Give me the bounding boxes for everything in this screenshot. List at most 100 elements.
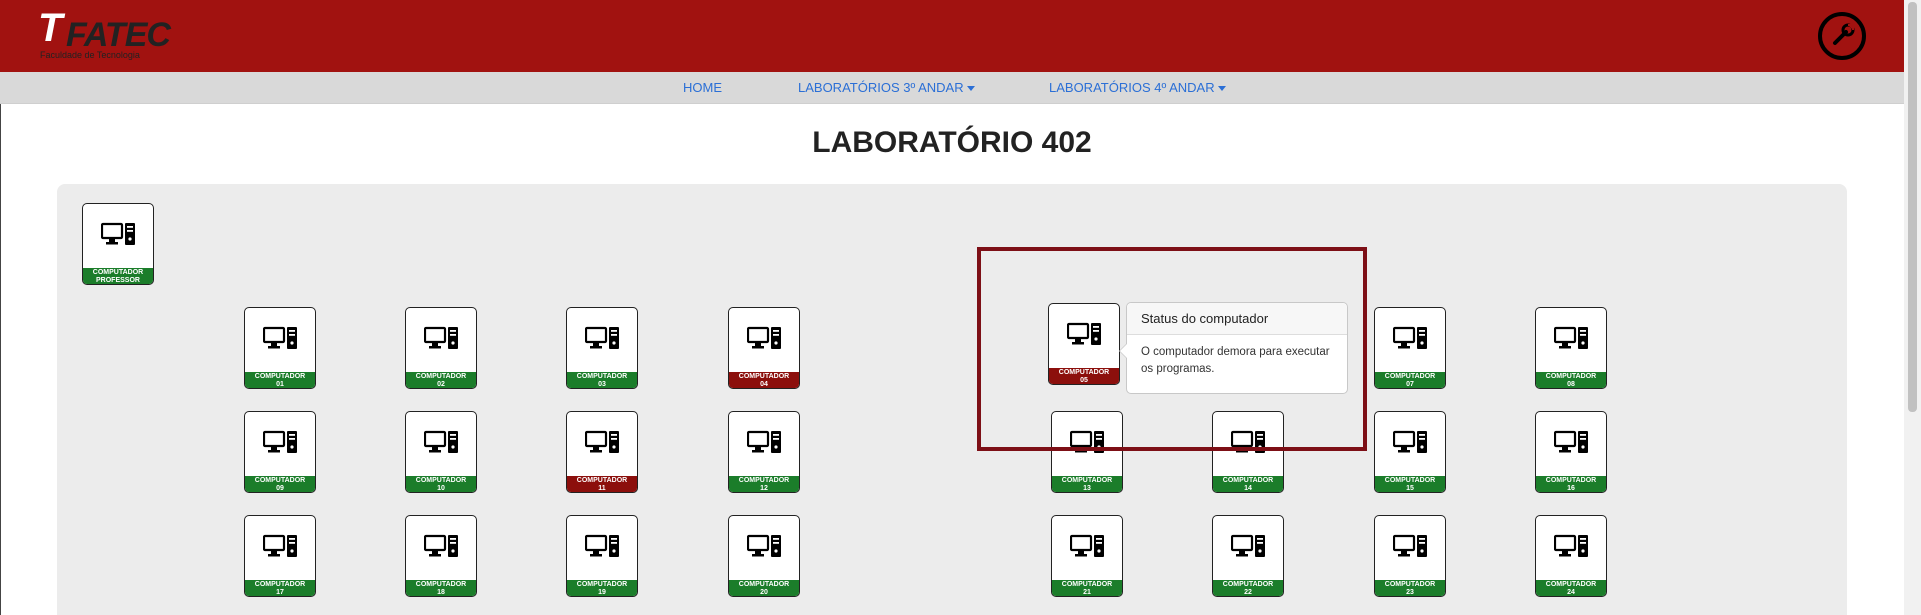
- nav-lab3-dropdown[interactable]: LABORATÓRIOS 3º ANDAR: [798, 80, 975, 95]
- label-line-2: 07: [1406, 380, 1414, 388]
- computer-07[interactable]: COMPUTADOR 07: [1374, 307, 1446, 389]
- computer-label: COMPUTADOR 23: [1375, 580, 1445, 596]
- computer-icon: [262, 430, 299, 456]
- computer-label: COMPUTADOR 02: [406, 372, 476, 388]
- label-line-2: 10: [437, 484, 445, 492]
- header-bar: T FATEC Faculdade de Tecnologia: [0, 0, 1904, 72]
- label-line-1: COMPUTADOR: [576, 581, 628, 588]
- computer-icon: [746, 534, 783, 560]
- computer-icon: [584, 534, 621, 560]
- label-line-2: 11: [598, 484, 606, 492]
- fatec-logo[interactable]: T FATEC Faculdade de Tecnologia: [38, 6, 178, 62]
- page-edge: [0, 104, 1, 615]
- vertical-scrollbar[interactable]: [1904, 0, 1921, 615]
- computer-icon: [1069, 534, 1106, 560]
- label-line-2: 18: [437, 588, 445, 596]
- label-line-2: 19: [598, 588, 606, 596]
- computer-icon: [1392, 326, 1429, 352]
- computer-04[interactable]: COMPUTADOR 04: [728, 307, 800, 389]
- computer-11[interactable]: COMPUTADOR 11: [566, 411, 638, 493]
- label-line-1: COMPUTADOR: [1384, 477, 1436, 484]
- label-line-2: 02: [437, 380, 445, 388]
- computer-03[interactable]: COMPUTADOR 03: [566, 307, 638, 389]
- computer-17[interactable]: COMPUTADOR 17: [244, 515, 316, 597]
- label-line-1: COMPUTADOR: [1384, 581, 1436, 588]
- computer-icon: [262, 534, 299, 560]
- computer-01[interactable]: COMPUTADOR 01: [244, 307, 316, 389]
- computer-02[interactable]: COMPUTADOR 02: [405, 307, 477, 389]
- computer-label: COMPUTADOR 14: [1213, 476, 1283, 492]
- label-line-1: COMPUTADOR: [576, 373, 628, 380]
- label-line-1: COMPUTADOR: [738, 477, 790, 484]
- label-line-1: COMPUTADOR: [254, 373, 306, 380]
- computer-label: COMPUTADOR 04: [729, 372, 799, 388]
- label-line-2: 22: [1244, 588, 1252, 596]
- computer-24[interactable]: COMPUTADOR 24: [1535, 515, 1607, 597]
- label-line-1: COMPUTADOR: [415, 373, 467, 380]
- computer-21[interactable]: COMPUTADOR 21: [1051, 515, 1123, 597]
- label-line-1: COMPUTADOR: [576, 477, 628, 484]
- computer-label: COMPUTADOR 09: [245, 476, 315, 492]
- computer-label: COMPUTADOR 17: [245, 580, 315, 596]
- computer-icon: [423, 430, 460, 456]
- label-line-2: 20: [760, 588, 768, 596]
- nav-lab4-dropdown[interactable]: LABORATÓRIOS 4º ANDAR: [1049, 80, 1226, 95]
- nav-lab4-label: LABORATÓRIOS 4º ANDAR: [1049, 80, 1215, 95]
- label-line-2: 08: [1567, 380, 1575, 388]
- main-nav: HOME LABORATÓRIOS 3º ANDAR LABORATÓRIOS …: [0, 72, 1904, 104]
- label-line-2: 09: [276, 484, 284, 492]
- computer-10[interactable]: COMPUTADOR 10: [405, 411, 477, 493]
- computer-23[interactable]: COMPUTADOR 23: [1374, 515, 1446, 597]
- computer-20[interactable]: COMPUTADOR 20: [728, 515, 800, 597]
- computer-08[interactable]: COMPUTADOR 08: [1535, 307, 1607, 389]
- computer-18[interactable]: COMPUTADOR 18: [405, 515, 477, 597]
- computer-label: COMPUTADOR 10: [406, 476, 476, 492]
- label-line-2: 17: [276, 588, 284, 596]
- page-title: LABORATÓRIO 402: [812, 126, 1092, 159]
- computer-12[interactable]: COMPUTADOR 12: [728, 411, 800, 493]
- caret-down-icon: [1217, 86, 1226, 92]
- computer-label: COMPUTADOR 22: [1213, 580, 1283, 596]
- label-line-1: COMPUTADOR: [1222, 477, 1274, 484]
- label-line-1: COMPUTADOR: [92, 269, 144, 276]
- computer-09[interactable]: COMPUTADOR 09: [244, 411, 316, 493]
- nav-lab3-label: LABORATÓRIOS 3º ANDAR: [798, 80, 964, 95]
- computer-label: COMPUTADOR 07: [1375, 372, 1445, 388]
- label-line-2: 15: [1406, 484, 1414, 492]
- caret-down-icon: [966, 86, 975, 92]
- computer-label: COMPUTADOR 18: [406, 580, 476, 596]
- nav-home[interactable]: HOME: [683, 80, 722, 95]
- label-line-1: COMPUTADOR: [1384, 373, 1436, 380]
- label-line-1: COMPUTADOR: [1061, 581, 1113, 588]
- computer-19[interactable]: COMPUTADOR 19: [566, 515, 638, 597]
- label-line-2: 03: [598, 380, 606, 388]
- label-line-2: 21: [1083, 588, 1091, 596]
- computer-icon: [1230, 534, 1267, 560]
- computer-icon: [1392, 430, 1429, 456]
- computer-professor[interactable]: COMPUTADOR PROFESSOR: [82, 203, 154, 285]
- computer-icon: [262, 326, 299, 352]
- computer-icon: [100, 222, 137, 248]
- computer-15[interactable]: COMPUTADOR 15: [1374, 411, 1446, 493]
- computer-icon: [584, 326, 621, 352]
- label-line-2: PROFESSOR: [96, 276, 140, 284]
- computer-icon: [423, 534, 460, 560]
- computer-22[interactable]: COMPUTADOR 22: [1212, 515, 1284, 597]
- scrollbar-thumb[interactable]: [1908, 2, 1917, 412]
- label-line-1: COMPUTADOR: [415, 581, 467, 588]
- label-line-1: COMPUTADOR: [415, 477, 467, 484]
- label-line-1: COMPUTADOR: [1222, 581, 1274, 588]
- computer-label: COMPUTADOR 12: [729, 476, 799, 492]
- label-line-2: 12: [760, 484, 768, 492]
- label-line-1: COMPUTADOR: [1545, 477, 1597, 484]
- logo-subtitle: Faculdade de Tecnologia: [40, 50, 140, 60]
- computer-label: COMPUTADOR PROFESSOR: [83, 268, 153, 284]
- computer-16[interactable]: COMPUTADOR 16: [1535, 411, 1607, 493]
- label-line-1: COMPUTADOR: [1545, 373, 1597, 380]
- computer-label: COMPUTADOR 19: [567, 580, 637, 596]
- wrench-icon[interactable]: [1818, 12, 1866, 60]
- computer-label: COMPUTADOR 08: [1536, 372, 1606, 388]
- label-line-2: 14: [1244, 484, 1252, 492]
- label-line-2: 23: [1406, 588, 1414, 596]
- label-line-2: 16: [1567, 484, 1575, 492]
